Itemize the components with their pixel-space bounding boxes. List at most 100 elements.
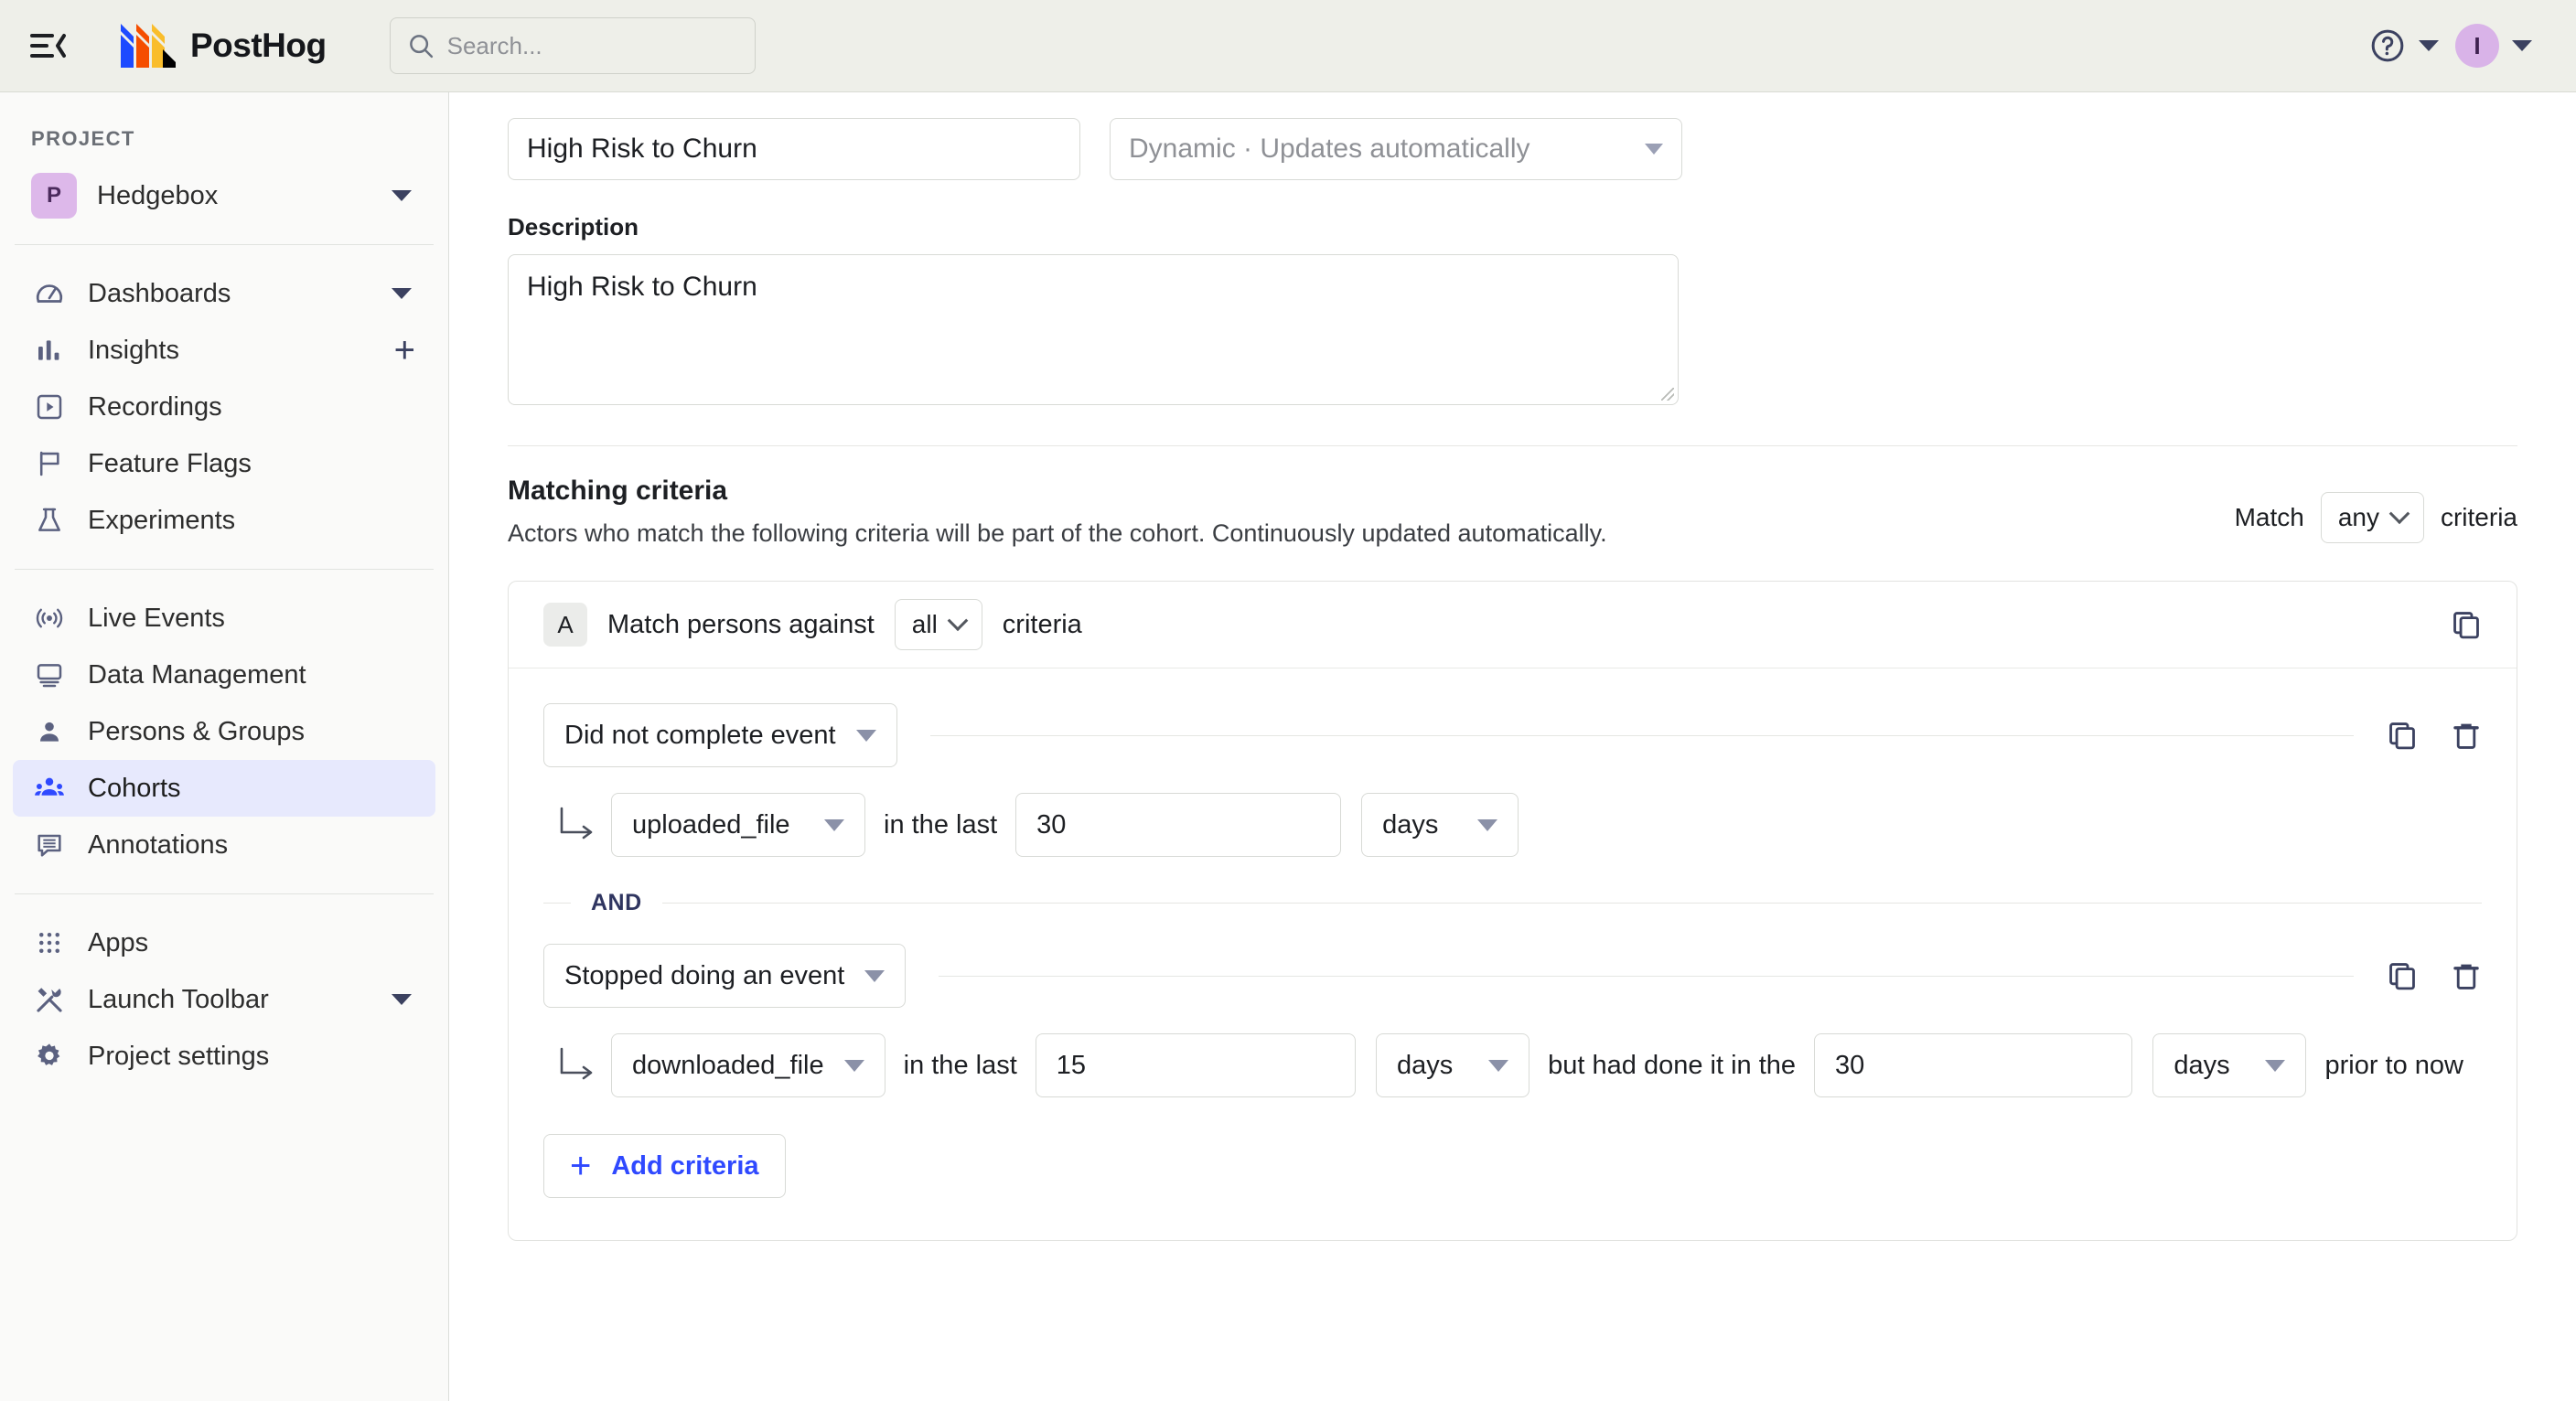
criteria-group-header: A Match persons against all criteria	[509, 582, 2517, 668]
sidebar-item-annotations[interactable]: Annotations	[13, 817, 435, 873]
trash-icon[interactable]	[2451, 720, 2482, 751]
help-menu-button[interactable]	[2369, 27, 2455, 64]
sidebar-divider	[15, 893, 434, 894]
criteria-end-label: prior to now	[2324, 1050, 2463, 1080]
criteria-type-value: Did not complete event	[564, 720, 836, 750]
sidebar-item-dashboards[interactable]: Dashboards	[13, 265, 435, 322]
caret-down-icon	[392, 994, 412, 1005]
caret-down-icon	[843, 1059, 864, 1072]
criteria-detail-row: uploaded_file in the last 30 days	[543, 793, 2482, 857]
add-criteria-label: Add criteria	[611, 1150, 759, 1181]
sidebar-item-label: Experiments	[88, 505, 236, 535]
sidebar-item-label: Launch Toolbar	[88, 984, 269, 1014]
sidebar-collapse-icon[interactable]	[24, 22, 71, 70]
tools-icon	[31, 981, 68, 1018]
bar-chart-icon	[31, 332, 68, 369]
duplicate-icon[interactable]	[2387, 720, 2418, 751]
sidebar-item-feature-flags[interactable]: Feature Flags	[13, 435, 435, 492]
criteria-row-actions	[2387, 720, 2482, 751]
criteria-group-all-value: all	[911, 610, 938, 638]
duplicate-icon[interactable]	[2451, 609, 2482, 640]
monitor-icon	[31, 657, 68, 693]
sidebar-item-experiments[interactable]: Experiments	[13, 492, 435, 549]
cohort-name-input[interactable]: High Risk to Churn	[508, 118, 1080, 180]
sidebar-item-cohorts[interactable]: Cohorts	[13, 760, 435, 817]
sidebar-item-label: Hedgebox	[97, 180, 219, 210]
criteria-unit-select[interactable]: days	[1361, 793, 1519, 857]
sidebar-item-insights[interactable]: Insights +	[13, 322, 435, 379]
cohort-type-select[interactable]: Dynamic · Updates automatically	[1110, 118, 1682, 180]
sidebar-item-data-management[interactable]: Data Management	[13, 647, 435, 703]
search-input[interactable]: Search...	[389, 17, 756, 74]
match-any-value: any	[2337, 503, 2379, 531]
search-placeholder: Search...	[446, 31, 542, 59]
caret-down-icon	[2419, 40, 2439, 51]
criteria-time-input[interactable]: 15	[1035, 1033, 1357, 1097]
duplicate-icon[interactable]	[2387, 960, 2418, 991]
add-criteria-button[interactable]: + Add criteria	[543, 1134, 786, 1198]
description-label: Description	[508, 213, 639, 241]
sidebar-item-persons-groups[interactable]: Persons & Groups	[13, 703, 435, 760]
criteria-second-unit-select[interactable]: days	[2152, 1033, 2307, 1097]
caret-down-icon	[2512, 40, 2532, 51]
and-rule-right	[661, 903, 2482, 904]
sidebar: PROJECT P Hedgebox Dashboards Insights +	[0, 92, 449, 1401]
plus-icon[interactable]: +	[394, 332, 415, 369]
trash-icon[interactable]	[2451, 960, 2482, 991]
user-menu-button[interactable]: I	[2455, 24, 2549, 68]
brand-name: PostHog	[190, 27, 327, 64]
sidebar-item-label: Project settings	[88, 1041, 270, 1071]
criteria-type-select[interactable]: Did not complete event	[543, 703, 897, 767]
people-group-icon	[31, 770, 68, 807]
criteria-tail-label: but had done it in the	[1548, 1050, 1797, 1080]
sidebar-item-label: Persons & Groups	[88, 716, 305, 746]
caret-down-icon	[392, 190, 412, 201]
criteria-event-select[interactable]: downloaded_file	[611, 1033, 886, 1097]
criteria-event-select[interactable]: uploaded_file	[611, 793, 865, 857]
row-rule	[939, 975, 2354, 977]
sidebar-item-project-settings[interactable]: Project settings	[13, 1028, 435, 1085]
sidebar-item-apps[interactable]: Apps	[13, 914, 435, 971]
criteria-unit-value: days	[1382, 809, 1439, 840]
section-divider	[508, 445, 2517, 446]
gauge-icon	[31, 275, 68, 312]
match-suffix-label: criteria	[2440, 503, 2517, 531]
criteria-second-time-input[interactable]: 30	[1814, 1033, 2133, 1097]
top-bar: PostHog Search... I	[0, 0, 2576, 92]
criteria-type-row: Did not complete event	[543, 703, 2482, 767]
caret-down-icon	[855, 729, 876, 742]
caret-down-icon	[392, 288, 412, 299]
criteria-event-value: uploaded_file	[632, 809, 790, 840]
sidebar-section-label: PROJECT	[31, 127, 135, 150]
brand-logo[interactable]: PostHog	[119, 22, 327, 70]
criteria-unit-select[interactable]: days	[1376, 1033, 1530, 1097]
caret-down-icon	[1488, 1059, 1509, 1072]
sidebar-item-recordings[interactable]: Recordings	[13, 379, 435, 435]
criteria-time-input[interactable]: 30	[1015, 793, 1342, 857]
cohort-type-value: Dynamic · Updates automatically	[1129, 134, 1530, 164]
play-square-icon	[31, 389, 68, 425]
sidebar-project-switcher[interactable]: P Hedgebox	[13, 167, 435, 224]
project-badge: P	[31, 173, 77, 219]
flag-icon	[31, 445, 68, 482]
sidebar-item-live-events[interactable]: Live Events	[13, 590, 435, 647]
match-criteria-control: Match any criteria	[2235, 492, 2517, 543]
posthog-logo-icon	[119, 22, 176, 70]
matching-criteria-header: Matching criteria Actors who match the f…	[508, 476, 2517, 548]
criteria-group-all-select[interactable]: all	[894, 599, 982, 650]
sidebar-item-launch-toolbar[interactable]: Launch Toolbar	[13, 971, 435, 1028]
criteria-type-select[interactable]: Stopped doing an event	[543, 944, 907, 1008]
criteria-row-actions	[2387, 960, 2482, 991]
matching-criteria-title: Matching criteria	[508, 476, 728, 506]
criteria-group-actions	[2451, 609, 2482, 640]
criteria-row: Stopped doing an event downloaded_file i…	[543, 944, 2482, 1097]
grid-dots-icon	[31, 925, 68, 961]
match-any-select[interactable]: any	[2320, 492, 2424, 543]
and-rule-left	[543, 903, 571, 904]
and-label: AND	[591, 890, 642, 915]
sidebar-divider	[15, 244, 434, 245]
criteria-unit-value: days	[1397, 1050, 1454, 1080]
criteria-mid-label: in the last	[903, 1050, 1017, 1080]
cohort-description-textarea[interactable]: High Risk to Churn	[508, 254, 1679, 405]
caret-down-icon	[2265, 1059, 2286, 1072]
